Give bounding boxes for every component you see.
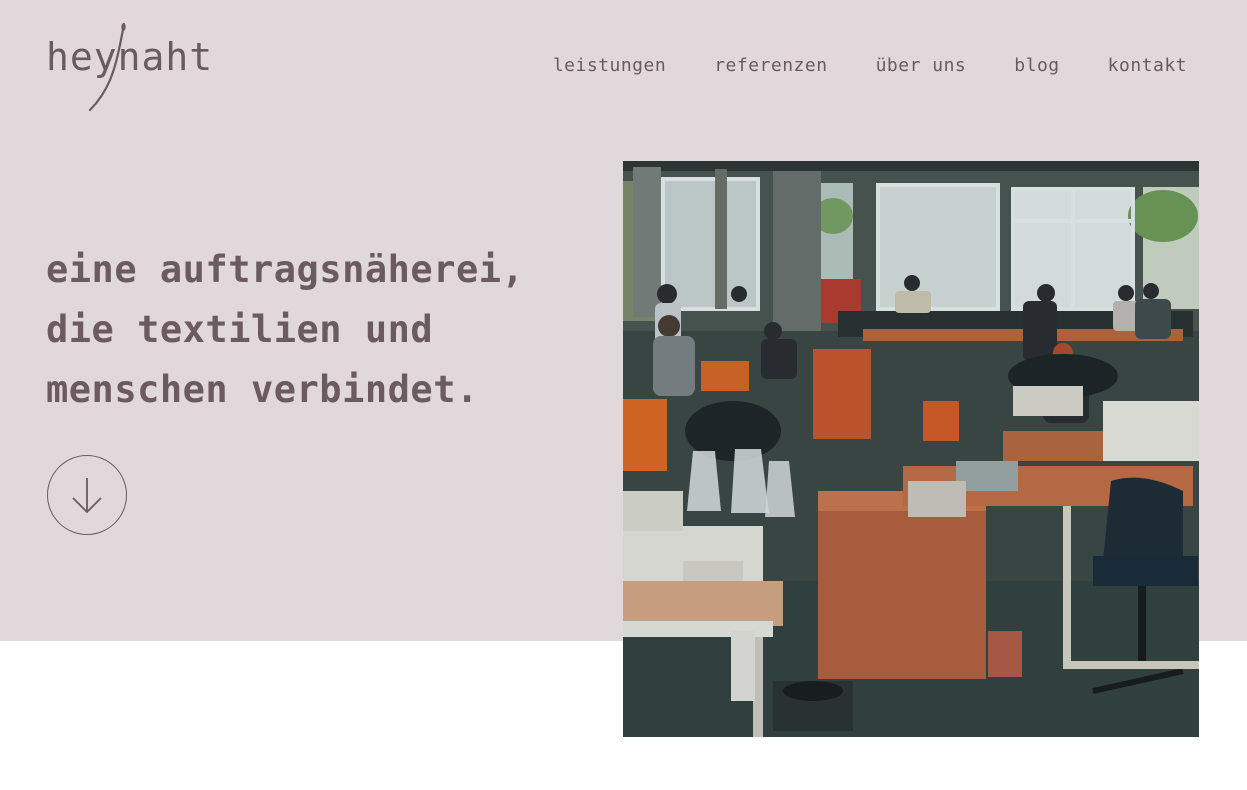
- hero-headline-line: die textilien und: [46, 308, 434, 351]
- workshop-photo: [623, 161, 1199, 737]
- nav-item-kontakt[interactable]: kontakt: [1108, 55, 1187, 76]
- logo[interactable]: heynaht: [46, 22, 216, 114]
- scroll-down-button[interactable]: [47, 455, 127, 535]
- nav-item-leistungen[interactable]: leistungen: [553, 55, 666, 76]
- hero-headline-line: eine auftragsnäherei,: [46, 248, 525, 291]
- nav-item-blog[interactable]: blog: [1014, 55, 1059, 76]
- nav-item-referenzen[interactable]: referenzen: [714, 55, 827, 76]
- hero-headline: eine auftragsnäherei, die textilien und …: [46, 240, 606, 420]
- nav-item-ueber-uns[interactable]: über uns: [876, 55, 967, 76]
- main-nav: leistungen referenzen über uns blog kont…: [553, 55, 1187, 76]
- needle-icon: [88, 22, 126, 112]
- arrow-down-icon: [72, 478, 102, 514]
- hero-headline-line: menschen verbindet.: [46, 368, 479, 411]
